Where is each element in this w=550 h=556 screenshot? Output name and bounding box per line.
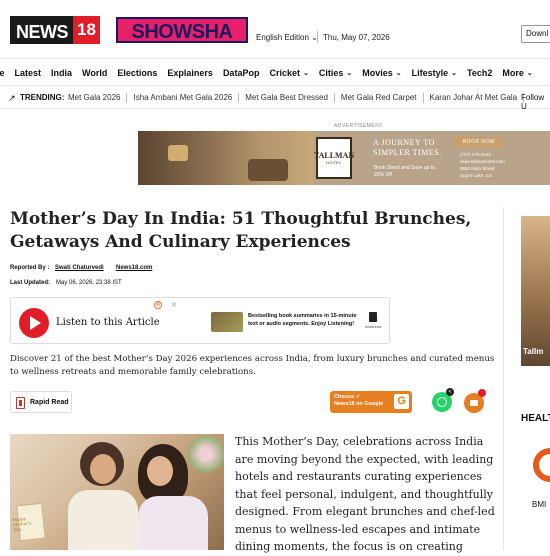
ad-body: Book Direct and Save up to 25% Off (374, 165, 435, 178)
nav-item-label: Lifestyle (411, 68, 449, 78)
nav-item[interactable]: Lifestyle ⌄ (412, 68, 457, 78)
bmi-gauge-icon (533, 448, 550, 482)
chevron-down-icon: ⌄ (451, 70, 458, 77)
download-app-button[interactable]: Downl (521, 25, 550, 43)
author-link[interactable]: Swati Chaturvedi (55, 265, 104, 271)
notification-dot (478, 389, 486, 397)
nav-item-label: India (51, 68, 73, 78)
ad-book-now-button[interactable]: BOOK NOW (454, 137, 504, 147)
edition-selector[interactable]: English Edition ⌄ (256, 33, 318, 42)
instaread-logo: Instaread (361, 312, 385, 332)
chevron-down-icon: ⌄ (526, 70, 533, 77)
logo-number: 18 (73, 16, 100, 44)
trending-label: TRENDING: (20, 93, 65, 102)
main-nav: ne Latest India World Elections Explainers Dat… (0, 58, 550, 86)
ad-hotel-logo: TALLMAN HOTEL (313, 137, 355, 179)
ad-label: ADVERTISEMENT (334, 123, 383, 129)
source-link[interactable]: News18.com (116, 265, 152, 271)
article-title: Mother’s Day In India: 51 Thoughtful Bru… (10, 209, 472, 252)
google-icon: G (394, 394, 409, 409)
ad-logo-name: TALLMAN (313, 151, 355, 160)
sidebar-ad[interactable] (521, 216, 550, 366)
updated-value: May 06, 2026, 23:38 IST (56, 280, 122, 286)
nav-item-label: Tech2 (467, 68, 493, 78)
news18-logo[interactable]: NEWS 18 (10, 16, 100, 44)
nav-item[interactable]: Elections (117, 68, 157, 78)
google-preferred-source-button[interactable]: Choose ✓ News18 on Google G (330, 391, 412, 413)
share-icon[interactable]: < (446, 388, 454, 396)
nav-item-label: Cricket (269, 68, 300, 78)
sidebar-bmi-label[interactable]: BMI (532, 500, 546, 509)
nav-item[interactable]: Explainers (167, 68, 213, 78)
sidebar-ad-text: Tallm (523, 347, 544, 356)
trending-item[interactable]: Isha Ambani Met Gala 2026 (133, 93, 240, 103)
nav-items: ne Latest India World Elections Explainers Dat… (0, 59, 543, 87)
article-body: This Mother’s Day, celebrations across I… (235, 435, 495, 553)
rapid-read-button[interactable]: Rapid Read (10, 391, 72, 413)
logo-text: NEWS (10, 16, 73, 44)
google-button-text: Choose ✓ News18 on Google (334, 394, 384, 407)
nav-item[interactable]: India (51, 68, 72, 78)
chevron-down-icon: ⌄ (302, 70, 309, 77)
trending-list: Met Gala 2026 Isha Ambani Met Gala 2026 Me… (68, 93, 530, 103)
ad-choices-icon[interactable]: ⊕ (154, 301, 162, 309)
sidebar-divider (503, 207, 504, 550)
nav-item-label: Cities (318, 68, 344, 78)
nav-item-label: More (502, 68, 524, 78)
chevron-down-icon: ⌄ (346, 70, 353, 77)
trending-item[interactable]: Karan Johar At Met Gala (430, 93, 525, 103)
ad-contact: (707) 275-2244 www.tallmanhotel.com 9550… (460, 152, 505, 178)
nav-item-label: Elections (117, 68, 158, 78)
nav-item[interactable]: World (82, 68, 107, 78)
updated-label: Last Updated: (10, 280, 51, 286)
nav-item[interactable]: Movies ⌄ (362, 68, 401, 78)
nav-item-label: Movies (362, 68, 393, 78)
listen-widget: Listen to this Article ⊕ ✕ Bestselling b… (10, 297, 390, 344)
nav-item-label: Explainers (167, 68, 213, 78)
instaread-label: Instaread (364, 324, 382, 329)
nav-item[interactable]: Cricket ⌄ (269, 68, 308, 78)
close-icon[interactable]: ✕ (171, 301, 177, 309)
chevron-down-icon: ⌄ (395, 70, 402, 77)
hero-card-text: Happy Mother's Day (12, 515, 32, 533)
nav-item[interactable]: Cities ⌄ (319, 68, 352, 78)
nav-item-label: DataPop (222, 68, 260, 78)
article-hero-image[interactable] (10, 434, 224, 550)
top-header: NEWS 18 SHOWSHA English Edition ⌄ Thu, M… (0, 0, 550, 58)
listen-promo-text[interactable]: Bestselling book summaries in 15-minute … (248, 312, 358, 328)
nav-item[interactable]: Latest (15, 68, 42, 78)
article-summary: Discover 21 of the best Mother’s Day 202… (10, 354, 495, 377)
trending-item[interactable]: Met Gala Red Carpet (341, 93, 424, 103)
ad-headline: A JOURNEY TO SIMPLER TIMES. (373, 138, 442, 157)
trending-icon: ↗ (8, 93, 16, 103)
header-divider (317, 31, 318, 43)
follow-us-link[interactable]: Follow U (521, 93, 550, 111)
trending-bar: ↗ TRENDING: Met Gala 2026 Isha Ambani Met… (0, 87, 550, 111)
ad-logo-sub: HOTEL (326, 160, 342, 165)
nav-item-label: World (82, 68, 108, 78)
rapid-read-label: Rapid Read (30, 399, 69, 406)
nav-item[interactable]: Tech2 (467, 68, 492, 78)
rapid-read-icon (16, 397, 25, 409)
play-icon[interactable] (19, 308, 49, 338)
trending-item[interactable]: Met Gala Best Dressed (245, 93, 335, 103)
showsha-logo[interactable]: SHOWSHA (116, 17, 248, 43)
ad-photo (138, 131, 313, 185)
sidebar-heading: HEALT (521, 413, 550, 424)
nav-item-label: ne (0, 68, 5, 78)
header-date: Thu, May 07, 2026 (323, 33, 390, 42)
reported-by-label: Reported By : (10, 265, 50, 271)
nav-item[interactable]: More ⌄ (502, 68, 532, 78)
nav-item[interactable]: DataPop (223, 68, 260, 78)
nav-item-label: Latest (14, 68, 42, 78)
trending-item[interactable]: Met Gala 2026 (68, 93, 128, 103)
ad-banner[interactable]: TALLMAN HOTEL A JOURNEY TO SIMPLER TIMES… (138, 131, 550, 185)
nav-item[interactable]: ne (0, 68, 5, 78)
listen-label[interactable]: Listen to this Article (56, 317, 160, 328)
promo-image (211, 312, 243, 332)
